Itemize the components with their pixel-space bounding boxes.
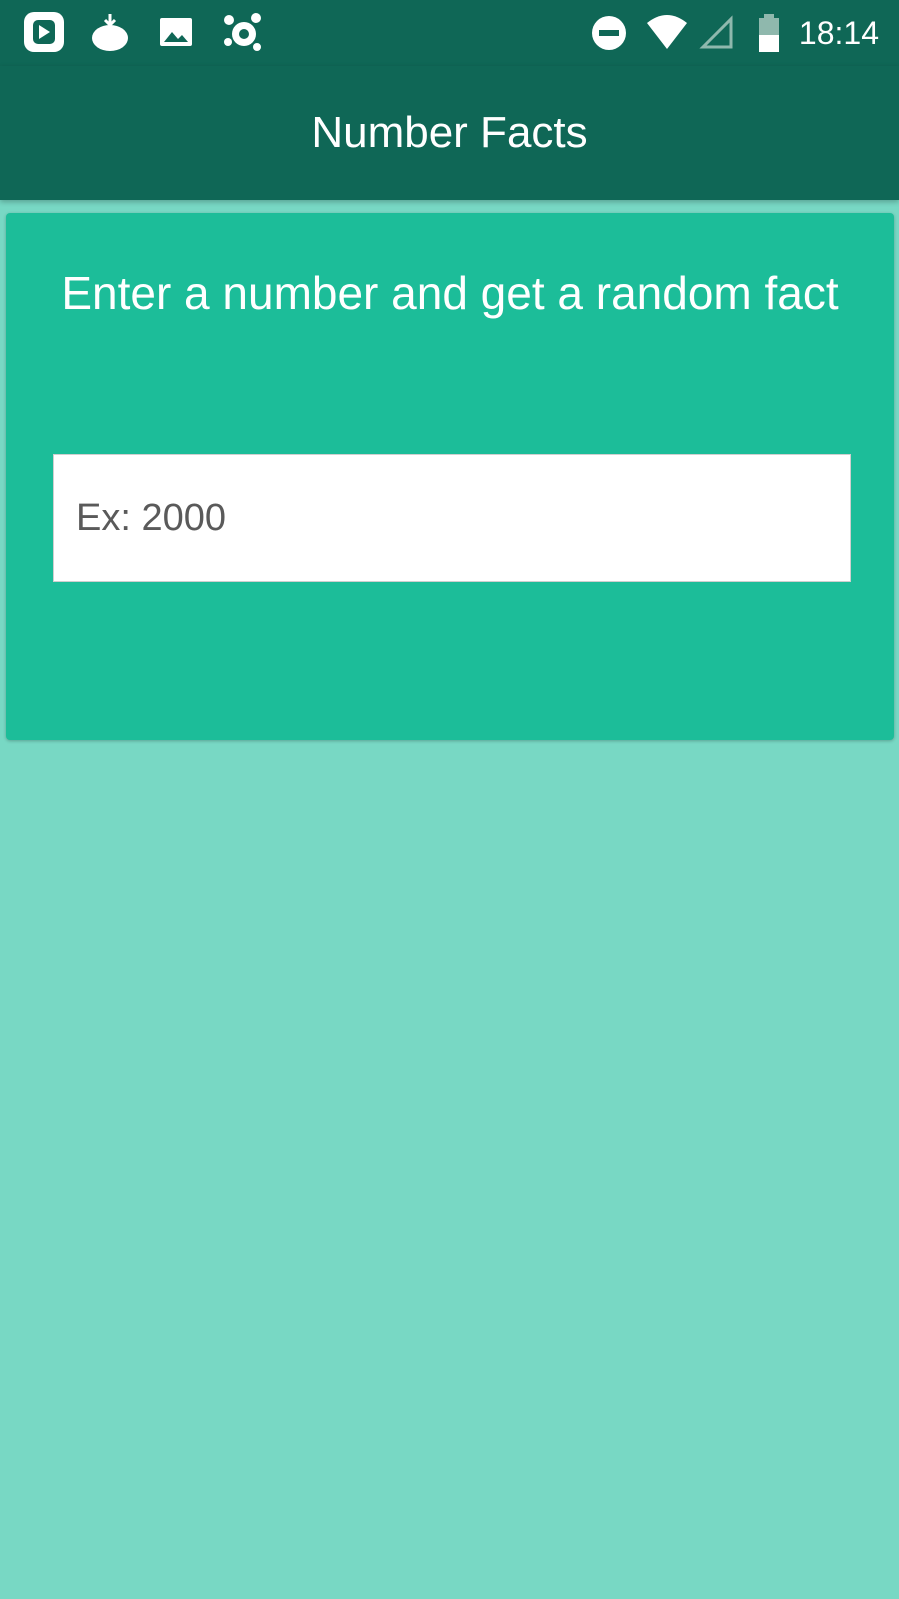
status-bar: 18:14 [0, 0, 899, 66]
system-icons: 18:14 [587, 0, 899, 66]
signal-icon [695, 11, 739, 55]
tomato-download-icon [88, 10, 132, 54]
gallery-icon [154, 10, 198, 54]
notification-icons [22, 10, 286, 54]
play-store-icon [22, 10, 66, 54]
status-clock: 18:14 [798, 14, 879, 51]
avast-icon [220, 10, 264, 54]
fact-card: Enter a number and get a random fact [6, 213, 894, 740]
card-heading: Enter a number and get a random fact [61, 267, 839, 319]
battery-icon [757, 11, 781, 55]
app-bar: Number Facts [0, 66, 899, 200]
app-title: Number Facts [311, 108, 588, 157]
wifi-icon [645, 11, 689, 55]
do-not-disturb-icon [587, 11, 631, 55]
number-input[interactable] [53, 454, 851, 582]
